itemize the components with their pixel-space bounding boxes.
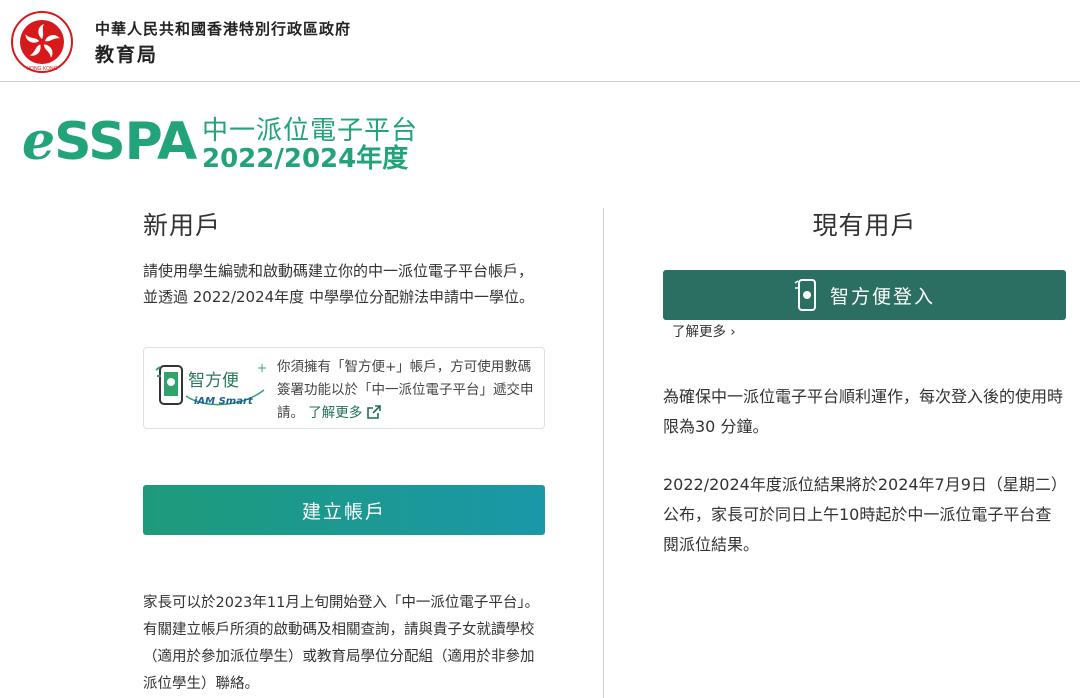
department-name: 教育局: [95, 44, 159, 66]
government-name: 中華人民共和國香港特別行政區政府: [95, 20, 352, 38]
new-user-description: 請使用學生編號和啟動碼建立你的中一派位電子平台帳戶，並透過 2022/2024年…: [143, 262, 534, 306]
new-user-title: 新用戶: [143, 211, 222, 240]
iam-smart-logo-icon: 智方便 + iAM Smart: [155, 361, 266, 407]
login-button-label[interactable]: 智方便登入: [830, 282, 935, 309]
iam-smart-info-box: 智方便 + iAM Smart 你須擁有「智方便+」帳戶，方可使用數碼簽署功能以…: [143, 347, 545, 429]
svg-text:iAM Smart: iAM Smart: [194, 396, 254, 407]
allocation-result-notice: 2022/2024年度派位結果將於2024年7月9日（星期二）公布，家長可於同日…: [663, 475, 1059, 554]
create-account-button[interactable]: 建立帳戶: [143, 485, 545, 535]
external-link-icon: [367, 405, 382, 419]
existing-user-title: 現有用戶: [812, 211, 917, 240]
new-user-section: 新用戶 請使用學生編號和啟動碼建立你的中一派位電子平台帳戶，並透過 2022/2…: [143, 206, 545, 692]
site-header: HONG KONG 中華人民共和國香港特別行政區政府 教育局: [0, 0, 1080, 82]
svg-text:+: +: [257, 361, 266, 375]
existing-user-section: 現有用戶 智方便登入 了解更多 › 為確保中一派位電子平台順利運作，每次登入後的…: [663, 206, 1066, 554]
column-divider: [603, 208, 604, 698]
svg-text:HONG KONG: HONG KONG: [26, 66, 57, 72]
logo-wordmark: eSSPA: [22, 111, 197, 173]
logo-subtitle-year: 2022/2024年度: [202, 144, 409, 174]
iam-smart-login-button[interactable]: 智方便登入: [663, 270, 1066, 320]
iam-learn-more-link[interactable]: 了解更多: [308, 405, 382, 421]
hksar-emblem-icon: HONG KONG: [11, 11, 73, 73]
phone-icon: [794, 279, 816, 311]
session-time-notice: 為確保中一派位電子平台順利運作，每次登入後的使用時限為30 分鐘。: [663, 387, 1064, 436]
learn-more-link[interactable]: 了解更多 ›: [672, 320, 736, 340]
svg-text:智方便: 智方便: [188, 371, 239, 391]
iam-smart-info-text: 你須擁有「智方便+」帳戶，方可使用數碼簽署功能以於「中一派位電子平台」遞交申請。…: [277, 359, 534, 421]
new-user-note: 家長可以於2023年11月上旬開始登入「中一派位電子平台」。有關建立帳戶所須的啟…: [143, 595, 540, 692]
